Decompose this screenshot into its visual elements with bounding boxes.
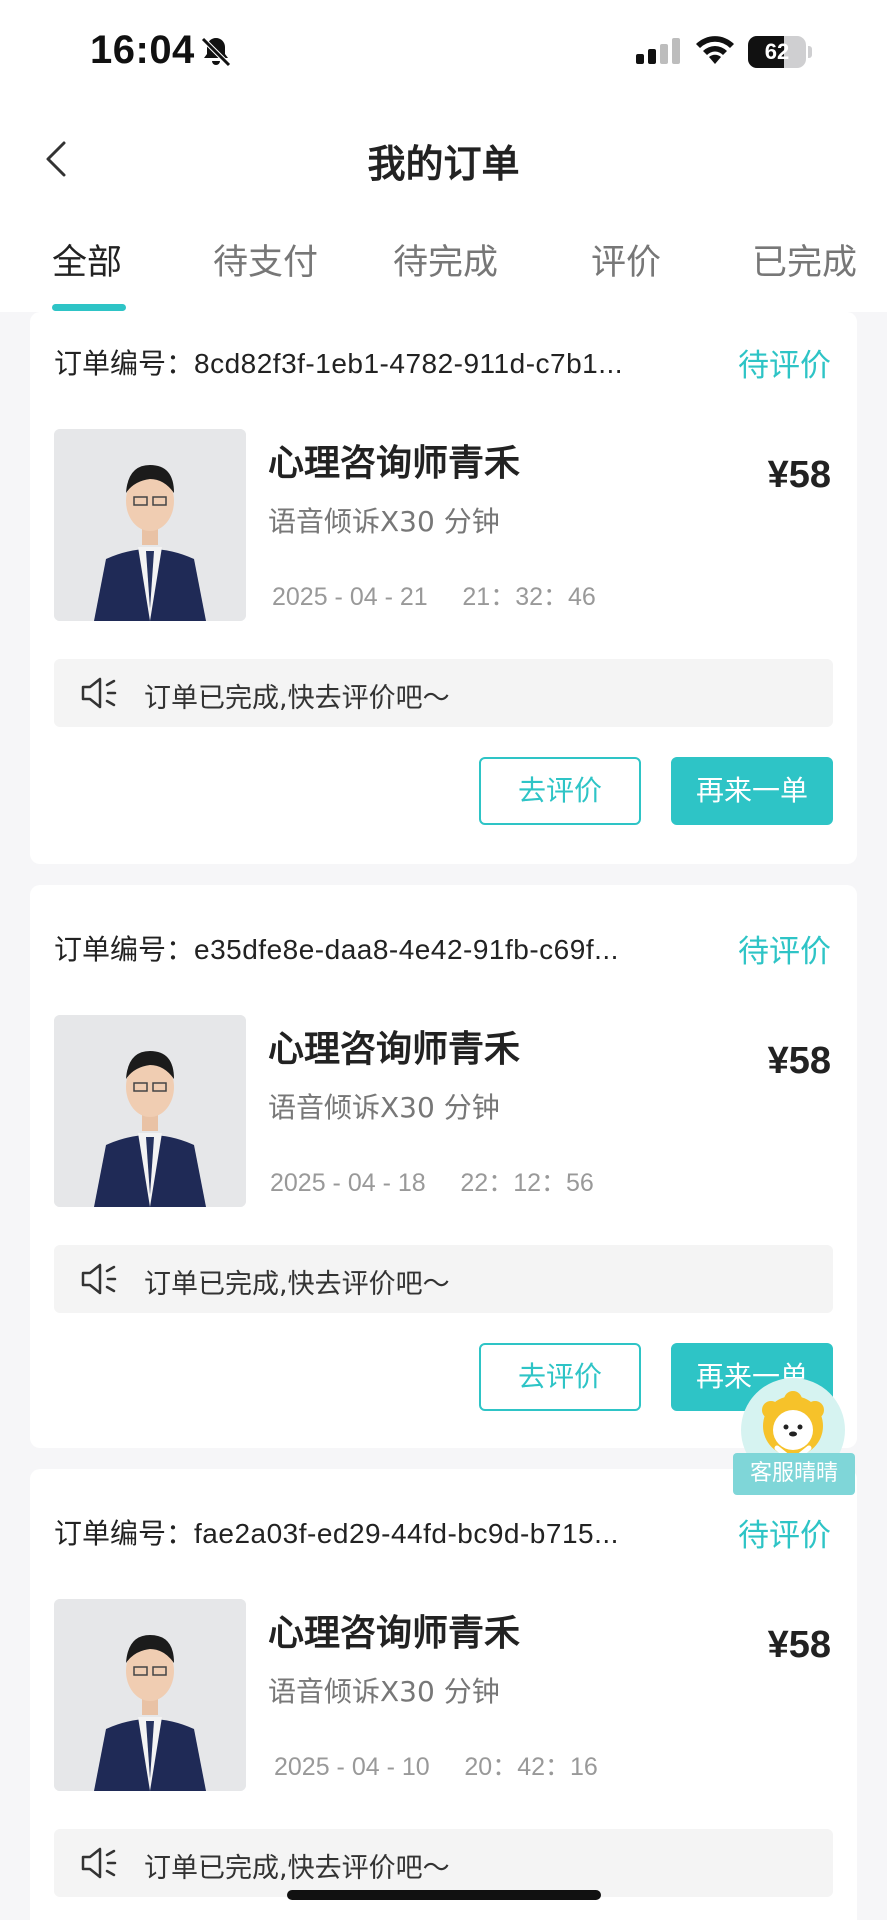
speaker-icon: [81, 1847, 117, 1879]
order-datetime: 2025 - 04 - 21 21：32：46: [272, 583, 596, 611]
order-notice: 订单已完成,快去评价吧～: [54, 1829, 833, 1897]
review-button[interactable]: 去评价: [479, 1343, 641, 1411]
order-price: ¥58: [767, 1624, 831, 1666]
review-button[interactable]: 去评价: [479, 757, 641, 825]
tab-all[interactable]: 全部: [52, 234, 122, 285]
order-card[interactable]: 订单编号：e35dfe8e-daa8-4e42-91fb-c69f... 待评价…: [30, 885, 857, 1448]
tab-indicator: [52, 304, 126, 311]
battery-percent: 62: [764, 39, 790, 64]
counselor-avatar: [54, 1599, 246, 1791]
status-time: 16:04: [90, 28, 195, 72]
tab-pending-payment[interactable]: 待支付: [213, 234, 318, 285]
order-number: 订单编号：e35dfe8e-daa8-4e42-91fb-c69f...: [54, 933, 619, 966]
notice-text: 订单已完成,快去评价吧～: [144, 1269, 450, 1300]
customer-service-button[interactable]: 客服晴晴: [733, 1378, 855, 1496]
service-description: 语音倾诉X30 分钟: [268, 1091, 500, 1124]
service-description: 语音倾诉X30 分钟: [268, 1675, 500, 1708]
signal-icon: [636, 38, 680, 64]
battery-icon: 62: [748, 36, 812, 68]
order-card[interactable]: 订单编号：8cd82f3f-1eb1-4782-911d-c7b1... 待评价…: [30, 312, 857, 864]
notice-text: 订单已完成,快去评价吧～: [144, 1853, 450, 1884]
wifi-icon: [696, 36, 734, 64]
tab-completed[interactable]: 已完成: [752, 234, 857, 285]
customer-service-label: 客服晴晴: [733, 1453, 855, 1495]
service-title: 心理咨询师青禾: [268, 1613, 521, 1654]
tab-review[interactable]: 评价: [591, 234, 661, 285]
speaker-icon: [81, 677, 117, 709]
counselor-avatar: [54, 429, 246, 621]
order-notice: 订单已完成,快去评价吧～: [54, 659, 833, 727]
order-price: ¥58: [767, 1040, 831, 1082]
nav-bar: 我的订单: [0, 105, 887, 210]
counselor-avatar: [54, 1015, 246, 1207]
order-status: 待评价: [738, 1518, 831, 1554]
service-title: 心理咨询师青禾: [268, 443, 521, 484]
home-indicator: [287, 1890, 601, 1900]
order-status: 待评价: [738, 348, 831, 384]
status-bar: 16:04 62: [0, 0, 887, 105]
order-datetime: 2025 - 04 - 18 22：12：56: [270, 1169, 594, 1197]
service-description: 语音倾诉X30 分钟: [268, 505, 500, 538]
order-card[interactable]: 订单编号：fae2a03f-ed29-44fd-bc9d-b715... 待评价…: [30, 1469, 857, 1920]
tab-bar: 全部 待支付 待完成 评价 已完成: [0, 210, 887, 312]
order-notice: 订单已完成,快去评价吧～: [54, 1245, 833, 1313]
tab-pending-completion[interactable]: 待完成: [393, 234, 498, 285]
reorder-button[interactable]: 再来一单: [671, 757, 833, 825]
notice-text: 订单已完成,快去评价吧～: [144, 683, 450, 714]
order-price: ¥58: [767, 454, 831, 496]
bell-slash-icon: [201, 37, 231, 67]
order-number: 订单编号：fae2a03f-ed29-44fd-bc9d-b715...: [54, 1517, 619, 1550]
order-datetime: 2025 - 04 - 10 20：42：16: [274, 1753, 598, 1781]
page-title: 我的订单: [367, 142, 520, 186]
order-status: 待评价: [738, 934, 831, 970]
speaker-icon: [81, 1263, 117, 1295]
order-number: 订单编号：8cd82f3f-1eb1-4782-911d-c7b1...: [54, 347, 624, 380]
service-title: 心理咨询师青禾: [268, 1029, 521, 1070]
